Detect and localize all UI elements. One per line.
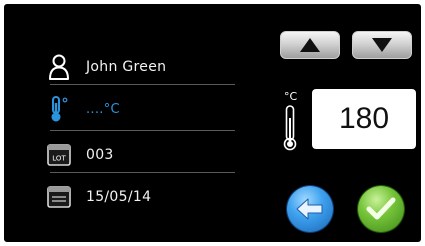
divider xyxy=(50,172,235,173)
device-screen: John Green ....°C LOT 003 15/05/14 °C 18… xyxy=(4,4,421,242)
user-icon xyxy=(46,52,86,82)
user-row[interactable]: John Green xyxy=(46,50,236,84)
lot-row[interactable]: LOT 003 xyxy=(46,138,236,172)
svg-text:LOT: LOT xyxy=(52,155,66,163)
temperature-row[interactable]: ....°C xyxy=(46,92,236,126)
divider xyxy=(50,84,235,85)
confirm-button[interactable] xyxy=(358,186,404,232)
arrow-up-icon xyxy=(300,38,320,52)
setpoint-unit: °C xyxy=(284,90,298,103)
increase-button[interactable] xyxy=(280,31,340,59)
arrow-down-icon xyxy=(372,38,392,52)
user-name: John Green xyxy=(86,59,167,75)
thermometer-icon xyxy=(46,94,86,124)
setpoint-value-field[interactable]: 180 xyxy=(312,89,416,149)
arrow-left-icon xyxy=(296,198,323,220)
date-row[interactable]: 15/05/14 xyxy=(46,180,236,214)
lot-icon: LOT xyxy=(46,140,86,170)
decrease-button[interactable] xyxy=(352,31,412,59)
lot-value: 003 xyxy=(86,147,114,163)
back-button[interactable] xyxy=(287,186,333,232)
temperature-value: ....°C xyxy=(86,101,120,117)
divider xyxy=(50,130,235,131)
setpoint-thermometer-icon xyxy=(282,104,298,156)
calendar-icon xyxy=(46,182,86,212)
check-icon xyxy=(366,197,396,220)
date-value: 15/05/14 xyxy=(86,189,152,205)
